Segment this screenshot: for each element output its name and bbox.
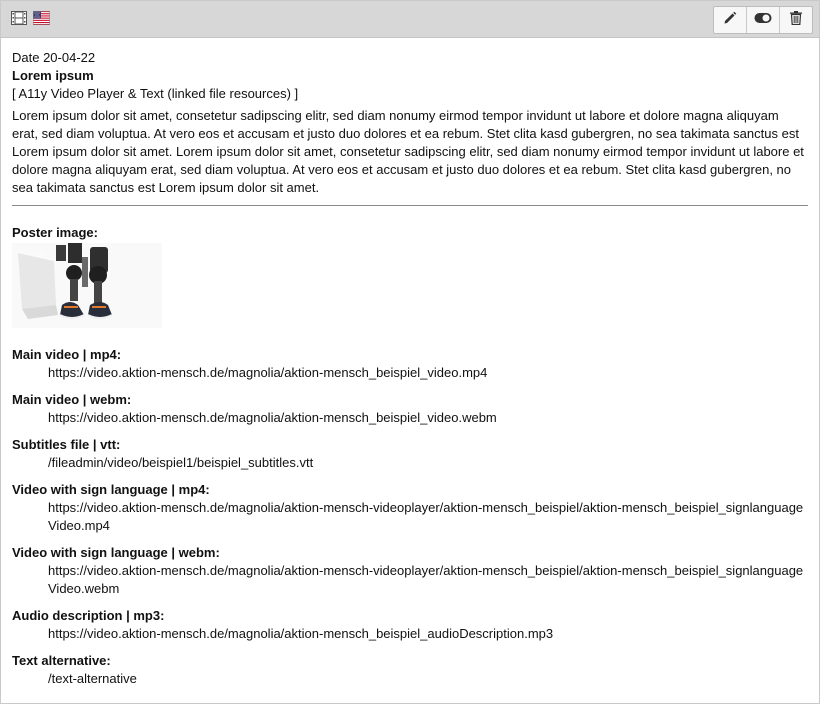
toggle-icon — [754, 11, 772, 29]
header-icons — [11, 11, 50, 25]
field-value: /text-alternative — [48, 671, 137, 686]
field-label: Main video | webm: — [12, 392, 132, 407]
poster-image-label: Poster image: — [12, 225, 98, 240]
description-text: Lorem ipsum dolor sit amet, consetetur s… — [12, 108, 804, 195]
field-audio-description-mp3: Audio description | mp3: https://video.a… — [12, 607, 808, 643]
field-main-video-webm: Main video | webm: https://video.aktion-… — [12, 391, 808, 427]
field-main-video-mp4: Main video | mp4: https://video.aktion-m… — [12, 346, 808, 382]
film-icon — [11, 11, 27, 25]
field-label: Text alternative: — [12, 653, 111, 668]
field-value: https://video.aktion-mensch.de/magnolia/… — [48, 500, 804, 533]
field-value: https://video.aktion-mensch.de/magnolia/… — [48, 410, 497, 425]
us-flag-icon — [33, 11, 50, 25]
trash-icon — [790, 10, 802, 30]
date-text: Date 20-04-22 — [12, 50, 96, 65]
panel-header — [1, 1, 819, 38]
divider — [12, 205, 808, 206]
field-list: Main video | mp4: https://video.aktion-m… — [12, 346, 808, 688]
field-subtitles-vtt: Subtitles file | vtt: /fileadmin/video/b… — [12, 436, 808, 472]
toolbar-button-group — [713, 6, 813, 34]
field-label: Main video | mp4: — [12, 347, 122, 362]
panel-content: Date 20-04-22 Lorem ipsum [ A11y Video P… — [1, 38, 819, 688]
edit-icon — [723, 11, 737, 30]
field-value: https://video.aktion-mensch.de/magnolia/… — [48, 563, 804, 596]
field-label: Video with sign language | webm: — [12, 545, 220, 560]
field-text-alternative: Text alternative: /text-alternative — [12, 652, 808, 688]
delete-button[interactable] — [779, 7, 812, 33]
element-title: Lorem ipsum — [12, 68, 94, 83]
field-sign-language-mp4: Video with sign language | mp4: https://… — [12, 481, 808, 535]
field-sign-language-webm: Video with sign language | webm: https:/… — [12, 544, 808, 598]
edit-button[interactable] — [714, 7, 746, 33]
field-label: Subtitles file | vtt: — [12, 437, 121, 452]
content-element-panel: Date 20-04-22 Lorem ipsum [ A11y Video P… — [0, 0, 820, 704]
field-label: Video with sign language | mp4: — [12, 482, 210, 497]
field-value: https://video.aktion-mensch.de/magnolia/… — [48, 365, 488, 380]
toggle-visibility-button[interactable] — [746, 7, 779, 33]
field-value: /fileadmin/video/beispiel1/beispiel_subt… — [48, 455, 314, 470]
field-value: https://video.aktion-mensch.de/magnolia/… — [48, 626, 554, 641]
poster-image — [12, 243, 162, 328]
field-label: Audio description | mp3: — [12, 608, 165, 623]
element-type-label: [ A11y Video Player & Text (linked file … — [12, 86, 299, 101]
